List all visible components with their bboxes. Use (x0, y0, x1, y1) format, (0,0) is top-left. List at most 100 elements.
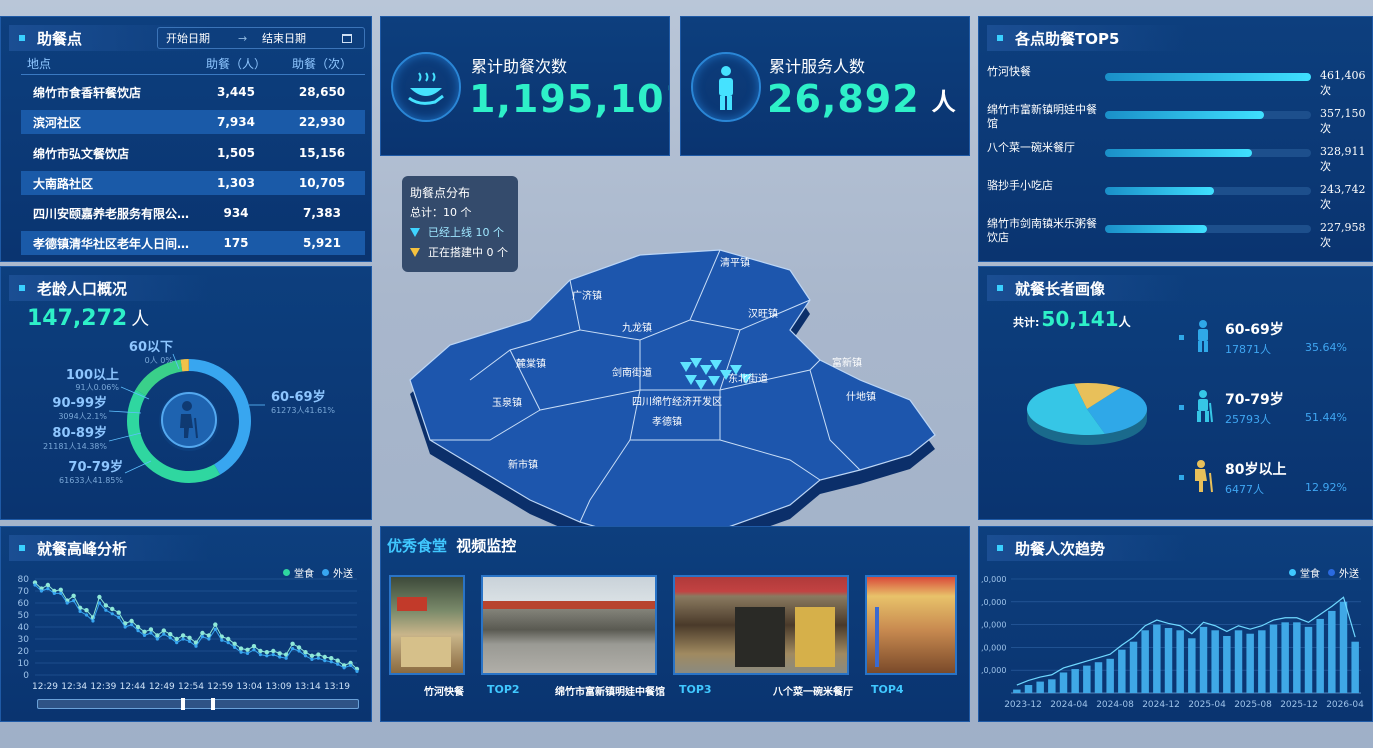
top5-row[interactable]: 绵竹市富新镇明娃中餐馆 357,150 次 (987, 103, 1367, 135)
bar (1036, 681, 1044, 693)
data-point (161, 628, 166, 633)
slider-handle-left[interactable] (181, 698, 185, 710)
legend-online-row: 已经上线 10 个 (410, 224, 510, 240)
top5-value: 357,150 次 (1320, 107, 1366, 135)
top5-row[interactable]: 骆抄手小吃店 243,742 次 (987, 179, 1367, 211)
data-point (180, 633, 186, 638)
online-marker-icon (410, 227, 420, 237)
bar (1153, 624, 1161, 693)
portrait-total-value: 50,141 (1041, 307, 1119, 331)
trend-chart: ,0,000 ,0,000 ,0,000 ,0,000 ,0,000 2023-12 202… (981, 575, 1364, 710)
town-label: 东北街道 (728, 372, 768, 385)
points-table-header: 地点 助餐（人） 助餐（次） (21, 53, 365, 75)
top5-bar-fill (1105, 187, 1214, 195)
donut-label: 60以下 (129, 340, 173, 355)
top5-row[interactable]: 八个菜一碗米餐厅 328,911 次 (987, 141, 1367, 173)
data-point (110, 612, 114, 616)
data-point (97, 594, 102, 600)
table-row[interactable]: 大南路社区 1,303 10,705 (21, 171, 365, 195)
calendar-icon[interactable] (342, 33, 352, 43)
group-count: 6477人 (1225, 483, 1264, 496)
slider-handle-right[interactable] (211, 698, 215, 710)
camera-feed-4[interactable] (865, 575, 957, 675)
table-row[interactable]: 绵竹市弘文餐饮店 1,505 15,156 (21, 141, 365, 165)
donut-label: 60-69岁 (271, 389, 326, 405)
date-end-field[interactable]: 结束日期 (262, 30, 342, 46)
town-label: 孝德镇 (652, 415, 682, 428)
data-point (226, 641, 230, 645)
table-row[interactable]: 四川安颐嘉养老服务有限公… 934 7,383 (21, 201, 365, 225)
elder-head (182, 401, 192, 411)
group-bullet (1179, 335, 1184, 340)
top5-name: 骆抄手小吃店 (987, 179, 1053, 192)
person-body (719, 78, 733, 96)
bar (1106, 658, 1114, 693)
steam-lines (418, 72, 436, 82)
town-label: 富新镇 (832, 356, 862, 369)
donut-label: 100以上 (66, 368, 119, 383)
x-tick-label: 2024-12 (1142, 700, 1180, 710)
top5-value: 461,406 次 (1320, 69, 1366, 97)
x-tick-label: 12:49 (149, 682, 175, 692)
table-row[interactable]: 孝德镇清华社区老年人日间… 175 5,921 (21, 231, 365, 255)
trend-title: 助餐人次趋势 (987, 535, 1187, 561)
data-point (148, 627, 154, 632)
region-map[interactable]: 清平镇 汉旺镇 九龙镇 广济镇 麓棠镇 剑南街道 东北街道 富新镇 玉泉镇 四川… (390, 240, 970, 560)
people-value-row: 26,892 人 (767, 77, 956, 121)
camera-feed-3[interactable] (673, 575, 849, 675)
data-point (84, 608, 89, 613)
table-row[interactable]: 绵竹市食香轩餐饮店 3,445 28,650 (21, 80, 365, 104)
town-label: 麓棠镇 (516, 357, 546, 370)
date-start-field[interactable]: 开始日期 (166, 30, 238, 46)
elderly-title-text: 老龄人口概况 (37, 279, 128, 298)
video-rank-label: TOP3 (679, 683, 712, 696)
donut-detail: 61633人41.85% (59, 476, 123, 485)
donut-detail: 3094人2.1% (58, 412, 107, 421)
people-label: 累计服务人数 (769, 57, 866, 76)
data-point (258, 653, 262, 657)
top5-panel: 各点助餐TOP5 竹河快餐 461,406 次绵竹市富新镇明娃中餐馆 357,150… (978, 16, 1373, 262)
data-point (181, 637, 185, 641)
data-point (290, 641, 295, 646)
cane-line (194, 417, 198, 439)
data-point (291, 647, 295, 651)
data-point (296, 645, 302, 650)
bar (1269, 624, 1278, 693)
data-point (309, 653, 315, 658)
data-point (226, 636, 231, 642)
y-tick-label: ,0,000 (981, 666, 1006, 675)
map-legend-total: 总计：10 个 (410, 206, 472, 219)
y-tick-label: 70 (18, 587, 30, 597)
data-point (258, 648, 263, 654)
row-name: 大南路社区 (33, 176, 94, 191)
top5-name: 绵竹市富新镇明娃中餐馆 (987, 103, 1097, 130)
donut-label: 70-79岁 (68, 459, 123, 475)
peak-zoom-slider[interactable] (37, 698, 359, 710)
bar (1071, 669, 1079, 693)
person-svg (719, 66, 733, 110)
row-people: 3,445 (217, 85, 255, 99)
top5-name: 竹河快餐 (987, 65, 1031, 78)
group-pct: 51.44% (1305, 411, 1347, 424)
bar (1048, 679, 1056, 693)
top5-row[interactable]: 绵竹市剑南镇米乐粥餐饮店 227,958 次 (987, 217, 1367, 249)
table-row[interactable]: 滨河社区 7,934 22,930 (21, 110, 365, 134)
camera-feed-1[interactable] (389, 575, 465, 675)
elderly-panel: 老龄人口概况 147,272 人 60以下 0人 0% 100以上 91人0.06% 9… (0, 266, 372, 520)
row-times: 22,930 (298, 115, 346, 129)
top5-row[interactable]: 竹河快餐 461,406 次 (987, 65, 1367, 97)
data-point (142, 633, 147, 637)
top5-bar-fill (1105, 149, 1252, 157)
data-point (200, 635, 205, 639)
video-panel: 优秀食堂 视频监控 竹河快餐 TOP2 绵竹市富新镇明娃中餐馆 TOP3 八个菜… (380, 526, 970, 722)
camera-feed-2[interactable] (481, 575, 657, 675)
bar (1199, 626, 1208, 693)
bar (1211, 630, 1219, 693)
top5-bar-track (1105, 73, 1311, 81)
peak-title: 就餐高峰分析 (9, 535, 209, 561)
data-point (271, 653, 275, 657)
row-people: 1,303 (217, 176, 255, 190)
date-range-picker[interactable]: 开始日期 → 结束日期 (157, 27, 365, 49)
x-tick-label: 2025-08 (1234, 700, 1272, 710)
row-name: 绵竹市食香轩餐饮店 (33, 85, 142, 100)
